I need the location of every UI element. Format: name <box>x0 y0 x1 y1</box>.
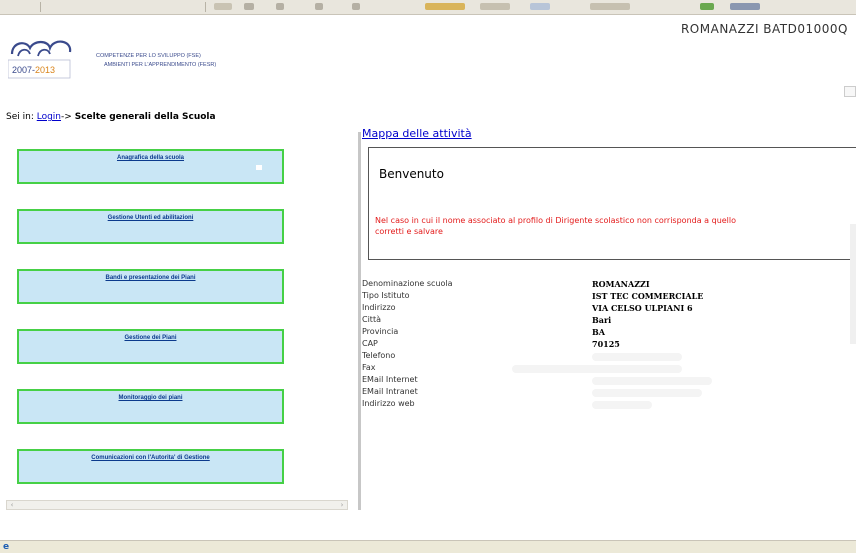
breadcrumb: Sei in: Login-> Scelte generali della Sc… <box>6 112 216 122</box>
info-label: Fax <box>362 363 376 372</box>
info-row: Provincia BA <box>362 327 856 339</box>
toolbar-separator <box>40 2 41 12</box>
info-label: Indirizzo <box>362 303 396 312</box>
toolbar-button[interactable] <box>315 3 323 10</box>
menu-button-label[interactable]: Anagrafica della scuola <box>19 155 282 161</box>
main-content: Mappa delle attività Benvenuto Nel caso … <box>362 120 856 510</box>
toolbar-button[interactable] <box>530 3 550 10</box>
header-corner-box <box>844 86 856 97</box>
toolbar-button[interactable] <box>276 3 284 10</box>
redacted-value <box>592 389 702 397</box>
breadcrumb-login-link[interactable]: Login <box>37 112 61 122</box>
info-label: Indirizzo web <box>362 399 415 408</box>
info-row: EMail Intranet <box>362 387 856 399</box>
welcome-box: Benvenuto Nel caso in cui il nome associ… <box>368 147 856 260</box>
redacted-value <box>592 353 682 361</box>
info-row: Indirizzo web <box>362 399 856 411</box>
redacted-value <box>592 377 712 385</box>
toolbar-button[interactable] <box>352 3 360 10</box>
scroll-right-icon[interactable]: › <box>337 501 347 509</box>
menu-button-label[interactable]: Monitoraggio dei piani <box>19 395 282 401</box>
toolbar-button[interactable] <box>700 3 714 10</box>
info-row: Fax <box>362 363 856 375</box>
redacted-value <box>592 401 652 409</box>
browser-toolbar-strip <box>0 0 856 15</box>
info-row: Tipo Istituto IST TEC COMMERCIALE <box>362 291 856 303</box>
menu-button-anagrafica[interactable]: Anagrafica della scuola <box>17 149 284 184</box>
logo-tagline-2: AMBIENTI PER L'APPRENDIMENTO (FESR) <box>104 62 217 68</box>
info-value: 70125 <box>592 339 620 349</box>
scroll-left-icon[interactable]: ‹ <box>7 501 17 509</box>
info-value: VIA CELSO ULPIANI 6 <box>592 303 693 313</box>
info-row: Città Bari <box>362 315 856 327</box>
info-label: Città <box>362 315 381 324</box>
menu-button-label[interactable]: Comunicazioni con l'Autorita' di Gestion… <box>19 455 282 461</box>
breadcrumb-prefix: Sei in: <box>6 112 34 122</box>
menu-button-gestione-piani[interactable]: Gestione dei Piani <box>17 329 284 364</box>
info-value: BA <box>592 327 605 337</box>
left-panel-horizontal-scrollbar[interactable]: ‹ › <box>6 500 348 510</box>
toolbar-button[interactable] <box>214 3 232 10</box>
browser-status-bar: e <box>0 540 856 553</box>
welcome-title: Benvenuto <box>379 167 444 181</box>
warning-line-1: Nel caso in cui il nome associato al pro… <box>375 216 737 225</box>
info-label: Provincia <box>362 327 399 336</box>
redacted-value <box>512 365 682 373</box>
toolbar-button[interactable] <box>425 3 465 10</box>
info-row: EMail Internet <box>362 375 856 387</box>
info-row: CAP 70125 <box>362 339 856 351</box>
menu-button-gestione-utenti[interactable]: Gestione Utenti ed abilitazioni <box>17 209 284 244</box>
info-label: Denominazione scuola <box>362 279 453 288</box>
info-value: IST TEC COMMERCIALE <box>592 291 704 301</box>
info-label: CAP <box>362 339 378 348</box>
right-edge-scrollbar[interactable] <box>850 224 856 344</box>
info-label: EMail Intranet <box>362 387 418 396</box>
left-menu-panel: Anagrafica della scuola Gestione Utenti … <box>0 132 361 510</box>
info-row: Telefono <box>362 351 856 363</box>
menu-button-label[interactable]: Gestione Utenti ed abilitazioni <box>19 215 282 221</box>
info-value: ROMANAZZI <box>592 279 650 289</box>
breadcrumb-current: Scelte generali della Scuola <box>74 112 216 122</box>
toolbar-separator <box>205 2 206 12</box>
menu-button-label[interactable]: Bandi e presentazione dei Piani <box>19 275 282 281</box>
menu-button-marker <box>256 165 262 170</box>
welcome-warning-message: Nel caso in cui il nome associato al pro… <box>375 215 856 237</box>
warning-line-2: corretti e salvare <box>375 227 443 236</box>
ie-icon: e <box>3 542 10 552</box>
info-row: Denominazione scuola ROMANAZZI <box>362 279 856 291</box>
menu-button-bandi[interactable]: Bandi e presentazione dei Piani <box>17 269 284 304</box>
info-label: EMail Internet <box>362 375 418 384</box>
activity-map-link[interactable]: Mappa delle attività <box>362 127 472 140</box>
info-label: Telefono <box>362 351 396 360</box>
menu-button-comunicazioni[interactable]: Comunicazioni con l'Autorita' di Gestion… <box>17 449 284 484</box>
breadcrumb-arrow: -> <box>61 112 72 122</box>
info-label: Tipo Istituto <box>362 291 410 300</box>
menu-button-monitoraggio[interactable]: Monitoraggio dei piani <box>17 389 284 424</box>
school-identifier: ROMANAZZI BATD01000Q <box>680 22 848 36</box>
menu-button-label[interactable]: Gestione dei Piani <box>19 335 282 341</box>
toolbar-button[interactable] <box>480 3 510 10</box>
logo-tagline-1: COMPETENZE PER LO SVILUPPO (FSE) <box>96 53 201 59</box>
info-row: Indirizzo VIA CELSO ULPIANI 6 <box>362 303 856 315</box>
toolbar-button[interactable] <box>590 3 630 10</box>
logo-years: 2007-2013 <box>12 65 56 75</box>
toolbar-button[interactable] <box>244 3 254 10</box>
toolbar-button[interactable] <box>730 3 760 10</box>
info-value: Bari <box>592 315 612 325</box>
